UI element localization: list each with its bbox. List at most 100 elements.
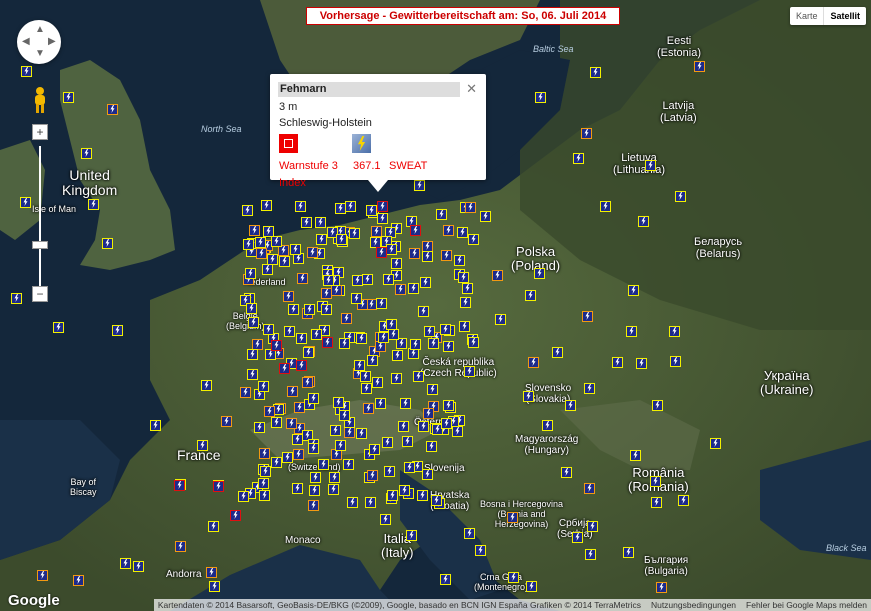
thunderstorm-marker[interactable]	[417, 490, 428, 501]
thunderstorm-marker[interactable]	[388, 329, 399, 340]
thunderstorm-marker[interactable]	[208, 521, 219, 532]
thunderstorm-marker[interactable]	[391, 373, 402, 384]
thunderstorm-marker[interactable]	[398, 421, 409, 432]
thunderstorm-marker[interactable]	[475, 545, 486, 556]
thunderstorm-marker[interactable]	[315, 217, 326, 228]
thunderstorm-marker[interactable]	[565, 400, 576, 411]
thunderstorm-marker[interactable]	[408, 283, 419, 294]
thunderstorm-marker[interactable]	[404, 462, 415, 473]
thunderstorm-marker[interactable]	[309, 485, 320, 496]
thunderstorm-marker[interactable]	[206, 567, 217, 578]
thunderstorm-marker[interactable]	[424, 326, 435, 337]
terms-link[interactable]: Nutzungsbedingungen	[651, 599, 736, 611]
thunderstorm-marker[interactable]	[561, 467, 572, 478]
thunderstorm-marker[interactable]	[107, 104, 118, 115]
thunderstorm-marker[interactable]	[304, 304, 315, 315]
thunderstorm-marker-warning[interactable]	[322, 337, 333, 348]
thunderstorm-marker[interactable]	[347, 497, 358, 508]
thunderstorm-marker[interactable]	[263, 324, 274, 335]
thunderstorm-marker[interactable]	[267, 254, 278, 265]
thunderstorm-marker[interactable]	[259, 490, 270, 501]
thunderstorm-marker[interactable]	[354, 360, 365, 371]
thunderstorm-marker[interactable]	[459, 321, 470, 332]
thunderstorm-marker[interactable]	[247, 369, 258, 380]
thunderstorm-marker[interactable]	[422, 251, 433, 262]
thunderstorm-marker[interactable]	[443, 400, 454, 411]
thunderstorm-marker[interactable]	[290, 244, 301, 255]
thunderstorm-marker[interactable]	[259, 448, 270, 459]
thunderstorm-marker[interactable]	[221, 416, 232, 427]
thunderstorm-marker[interactable]	[377, 213, 388, 224]
thunderstorm-marker[interactable]	[318, 459, 329, 470]
thunderstorm-marker[interactable]	[331, 285, 342, 296]
thunderstorm-marker[interactable]	[351, 293, 362, 304]
thunderstorm-marker[interactable]	[480, 211, 491, 222]
thunderstorm-marker[interactable]	[248, 317, 259, 328]
thunderstorm-marker[interactable]	[426, 441, 437, 452]
thunderstorm-marker[interactable]	[440, 574, 451, 585]
thunderstorm-marker[interactable]	[279, 256, 290, 267]
thunderstorm-marker[interactable]	[240, 387, 251, 398]
thunderstorm-marker[interactable]	[386, 244, 397, 255]
thunderstorm-marker[interactable]	[321, 288, 332, 299]
thunderstorm-marker[interactable]	[336, 234, 347, 245]
thunderstorm-marker[interactable]	[651, 497, 662, 508]
thunderstorm-marker[interactable]	[418, 306, 429, 317]
thunderstorm-marker[interactable]	[413, 371, 424, 382]
thunderstorm-marker[interactable]	[308, 500, 319, 511]
thunderstorm-marker[interactable]	[441, 250, 452, 261]
thunderstorm-marker-warning[interactable]	[410, 225, 421, 236]
thunderstorm-marker[interactable]	[457, 227, 468, 238]
thunderstorm-marker[interactable]	[361, 383, 372, 394]
thunderstorm-marker[interactable]	[581, 128, 592, 139]
thunderstorm-marker[interactable]	[391, 258, 402, 269]
thunderstorm-marker[interactable]	[508, 572, 519, 583]
thunderstorm-marker[interactable]	[360, 371, 371, 382]
thunderstorm-marker[interactable]	[307, 247, 318, 258]
thunderstorm-marker[interactable]	[330, 425, 341, 436]
thunderstorm-marker[interactable]	[669, 326, 680, 337]
thunderstorm-marker[interactable]	[464, 366, 475, 377]
thunderstorm-marker[interactable]	[308, 393, 319, 404]
thunderstorm-marker[interactable]	[256, 248, 267, 259]
thunderstorm-marker[interactable]	[535, 92, 546, 103]
thunderstorm-marker[interactable]	[626, 326, 637, 337]
thunderstorm-marker[interactable]	[308, 443, 319, 454]
thunderstorm-marker[interactable]	[528, 357, 539, 368]
thunderstorm-marker[interactable]	[427, 384, 438, 395]
thunderstorm-marker[interactable]	[418, 421, 429, 432]
thunderstorm-marker[interactable]	[573, 153, 584, 164]
thunderstorm-marker[interactable]	[710, 438, 721, 449]
thunderstorm-marker[interactable]	[656, 582, 667, 593]
thunderstorm-marker-warning[interactable]	[279, 363, 290, 374]
thunderstorm-marker[interactable]	[460, 297, 471, 308]
thunderstorm-marker[interactable]	[443, 225, 454, 236]
thunderstorm-marker[interactable]	[468, 337, 479, 348]
thunderstorm-marker[interactable]	[409, 248, 420, 259]
thunderstorm-marker-warning[interactable]	[213, 481, 224, 492]
thunderstorm-marker[interactable]	[339, 410, 350, 421]
thunderstorm-marker[interactable]	[295, 201, 306, 212]
thunderstorm-marker[interactable]	[254, 422, 265, 433]
thunderstorm-marker[interactable]	[363, 403, 374, 414]
thunderstorm-marker[interactable]	[507, 512, 518, 523]
thunderstorm-marker[interactable]	[441, 418, 452, 429]
thunderstorm-marker-warning[interactable]	[296, 360, 307, 371]
thunderstorm-marker[interactable]	[366, 205, 377, 216]
thunderstorm-marker[interactable]	[590, 67, 601, 78]
thunderstorm-marker[interactable]	[523, 391, 534, 402]
thunderstorm-marker[interactable]	[452, 426, 463, 437]
street-view-pegman-icon[interactable]	[30, 86, 50, 114]
thunderstorm-marker-warning[interactable]	[230, 510, 241, 521]
thunderstorm-marker[interactable]	[271, 236, 282, 247]
thunderstorm-marker[interactable]	[367, 470, 378, 481]
thunderstorm-marker[interactable]	[53, 322, 64, 333]
thunderstorm-marker[interactable]	[367, 355, 378, 366]
thunderstorm-marker[interactable]	[258, 381, 269, 392]
thunderstorm-marker[interactable]	[296, 333, 307, 344]
thunderstorm-marker[interactable]	[526, 581, 537, 592]
thunderstorm-marker[interactable]	[333, 397, 344, 408]
thunderstorm-marker[interactable]	[349, 228, 360, 239]
thunderstorm-marker[interactable]	[283, 291, 294, 302]
thunderstorm-marker[interactable]	[201, 380, 212, 391]
